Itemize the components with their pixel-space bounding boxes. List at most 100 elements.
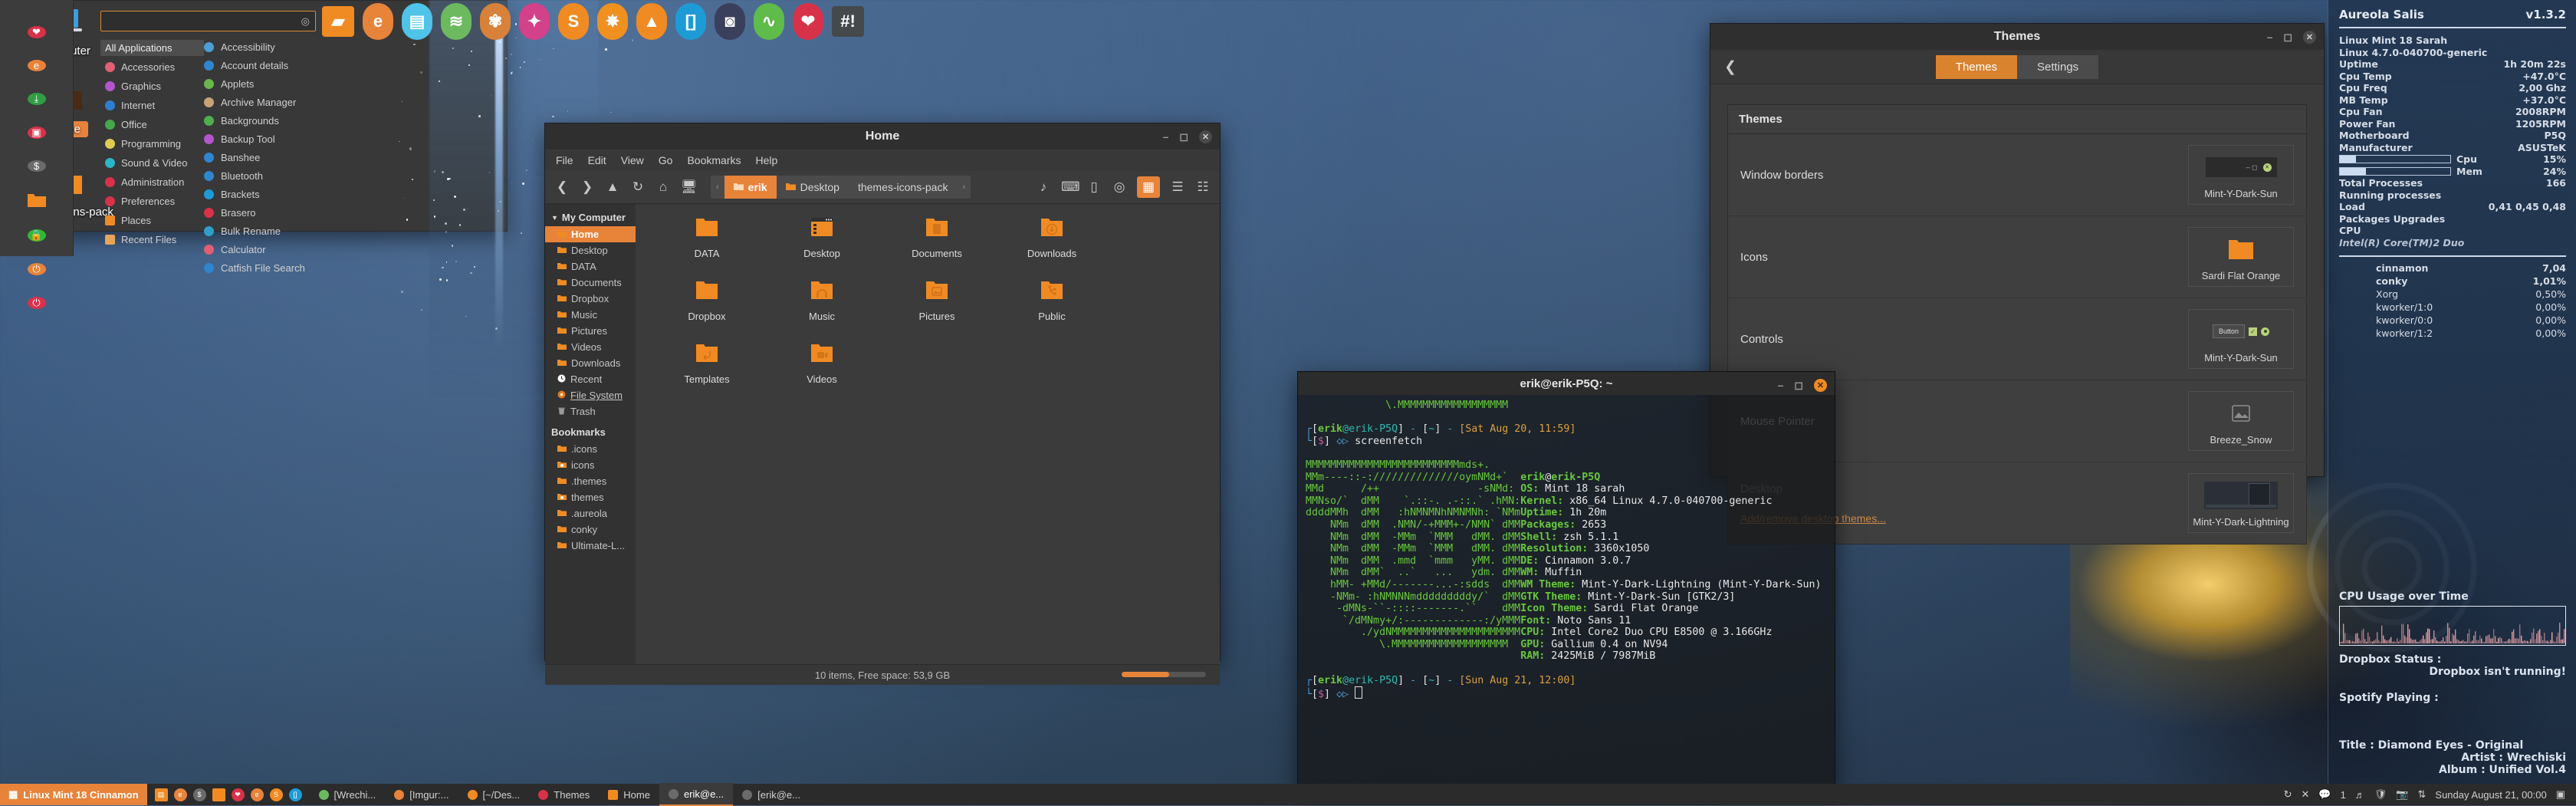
menu-app-banshee[interactable]: Banshee bbox=[204, 150, 380, 165]
menu-categories[interactable]: All Applications Accessories Graphics Inter… bbox=[100, 40, 204, 279]
conky-stat-key: Running processes bbox=[2339, 189, 2441, 202]
menu-app-brackets[interactable]: Brackets bbox=[204, 187, 380, 202]
task-home[interactable]: Home bbox=[599, 784, 659, 805]
menu-category-all-applications[interactable]: All Applications bbox=[100, 40, 204, 56]
menu-category-internet[interactable]: Internet bbox=[100, 97, 204, 113]
close-icon[interactable]: ✕ bbox=[2301, 788, 2309, 801]
menu-app-catfish-file-search[interactable]: Catfish File Search bbox=[204, 261, 380, 275]
process-value: 1,01% bbox=[2533, 275, 2566, 288]
menu-app-brasero[interactable]: Brasero bbox=[204, 206, 380, 220]
software-manager-icon[interactable]: ⤓ bbox=[28, 93, 46, 105]
app-icon bbox=[204, 208, 214, 218]
music-icon[interactable]: ♬ bbox=[2355, 789, 2365, 801]
clock[interactable]: Sunday August 21, 00:00 bbox=[2435, 789, 2546, 801]
conky-title: Aureola Salis bbox=[2339, 8, 2424, 21]
spotify-label: Spotify Playing : bbox=[2339, 692, 2566, 704]
firefox-icon[interactable]: e bbox=[28, 60, 46, 71]
conky-bar-label: Cpu bbox=[2456, 153, 2477, 166]
track-title: Title : Diamond Eyes - Original bbox=[2339, 739, 2566, 752]
sublime-icon[interactable]: S bbox=[270, 788, 283, 801]
firefox2-icon[interactable]: e bbox=[251, 788, 264, 801]
shutdown-icon[interactable]: ⏻ bbox=[28, 297, 46, 309]
workspace-icon[interactable]: ▣ bbox=[2556, 788, 2565, 801]
menu-app-backup-tool[interactable]: Backup Tool bbox=[204, 132, 380, 146]
menu-app-backgrounds[interactable]: Backgrounds bbox=[204, 113, 380, 128]
conky-process: cinnamon 7,04 bbox=[2339, 262, 2566, 275]
task-themes[interactable]: Themes bbox=[529, 784, 599, 805]
application-menu[interactable]: ❤ e ⤓ ▣ $ 🔒 ⏻ ⏻ ◎ All Applications Accessories Gr… bbox=[0, 0, 508, 232]
conky-stat: Packages Upgrades bbox=[2339, 213, 2566, 225]
network-icon[interactable]: ⇅ bbox=[2418, 788, 2426, 801]
task-wrechi[interactable]: [Wrechi... bbox=[310, 784, 386, 805]
menu-category-recent-files[interactable]: Recent Files bbox=[100, 232, 204, 248]
menu-category-programming[interactable]: Programming bbox=[100, 136, 204, 152]
conky-processes: cinnamon 7,04 conky 1,01% Xorg 0,50% kworker/1… bbox=[2339, 262, 2566, 340]
menu-category-sound-video[interactable]: Sound & Video bbox=[100, 155, 204, 171]
screenshot-icon[interactable]: 📷 bbox=[2396, 788, 2408, 801]
menu-app-applets[interactable]: Applets bbox=[204, 77, 380, 91]
conky-stat: Cpu Fan 2008RPM bbox=[2339, 106, 2566, 118]
folder-icon[interactable] bbox=[212, 788, 225, 801]
menu-app-bulk-rename[interactable]: Bulk Rename bbox=[204, 224, 380, 239]
menu-category-places[interactable]: Places bbox=[100, 212, 204, 229]
system-tray[interactable]: ↻ ✕ 💬 1 ♬ 🛡 📷 ⇅ Sunday August 21, 00:00 … bbox=[2284, 788, 2576, 801]
menu-category-administration[interactable]: Administration bbox=[100, 174, 204, 190]
conky-stat-value: ASUSTeK bbox=[2518, 142, 2566, 154]
task-des[interactable]: [~/Des... bbox=[458, 784, 530, 805]
task-list[interactable]: [Wrechi... [Imgur:... [~/Des... Themes Home e… bbox=[310, 783, 810, 806]
menu-category-office[interactable]: Office bbox=[100, 117, 204, 133]
quick-launch[interactable]: ▤ e $ ❤ e S[] bbox=[147, 788, 310, 801]
brackets-icon[interactable]: [] bbox=[289, 788, 302, 801]
reload-icon[interactable]: ↻ bbox=[2284, 788, 2292, 801]
files-icon[interactable] bbox=[28, 193, 46, 208]
conky-stat-key: Load bbox=[2339, 201, 2365, 213]
menu-app-account-details[interactable]: Account details bbox=[204, 58, 380, 73]
menu-applications[interactable]: Accessibility Account details Applets Archi… bbox=[204, 40, 380, 279]
conky-bar-label: Mem bbox=[2456, 166, 2482, 178]
logout-icon[interactable]: ⏻ bbox=[28, 263, 46, 275]
brasero-icon[interactable]: ❤ bbox=[232, 788, 245, 801]
menu-app-label: Backup Tool bbox=[221, 133, 275, 145]
menu-favorites[interactable]: ❤ e ⤓ ▣ $ 🔒 ⏻ ⏻ bbox=[0, 0, 74, 256]
lock-icon[interactable]: 🔒 bbox=[28, 229, 46, 242]
conky-stat-value: +47.0°C bbox=[2522, 71, 2566, 83]
task-erike[interactable]: [erik@e... bbox=[733, 784, 810, 805]
menu-app-bluetooth[interactable]: Bluetooth bbox=[204, 169, 380, 183]
task-label: [Imgur:... bbox=[409, 789, 449, 801]
category-icon bbox=[105, 235, 115, 245]
app-icon bbox=[204, 189, 214, 199]
menu-app-label: Calculator bbox=[221, 244, 266, 255]
menu-app-archive-manager[interactable]: Archive Manager bbox=[204, 95, 380, 110]
search-input[interactable]: ◎ bbox=[100, 11, 316, 31]
firefox-icon[interactable]: e bbox=[174, 788, 187, 801]
menu-category-graphics[interactable]: Graphics bbox=[100, 78, 204, 94]
terminal-icon[interactable]: $ bbox=[193, 788, 206, 801]
files-icon[interactable]: ▤ bbox=[155, 788, 168, 801]
task-imgur[interactable]: [Imgur:... bbox=[385, 784, 458, 805]
messages-icon[interactable]: 💬 bbox=[2318, 788, 2331, 801]
taskbar[interactable]: ▦ Linux Mint 18 Cinnamon ▤ e $ ❤ e S[] [Wrech… bbox=[0, 784, 2576, 805]
menu-button[interactable]: ▦ Linux Mint 18 Cinnamon bbox=[0, 784, 147, 805]
menu-app-label: Brasero bbox=[221, 207, 256, 219]
video-icon[interactable]: ▣ bbox=[28, 127, 46, 139]
menu-category-label: Administration bbox=[121, 176, 184, 188]
menu-app-label: Bulk Rename bbox=[221, 225, 281, 237]
menu-app-accessibility[interactable]: Accessibility bbox=[204, 40, 380, 54]
menu-category-label: Accessories bbox=[121, 61, 175, 73]
menu-category-preferences[interactable]: Preferences bbox=[100, 193, 204, 209]
mint-logo-icon: ▦ bbox=[8, 788, 18, 801]
process-name: kworker/0:0 bbox=[2376, 314, 2433, 327]
shield-icon[interactable]: 🛡 bbox=[2374, 788, 2387, 801]
terminal-icon bbox=[669, 789, 678, 799]
menu-app-calculator[interactable]: Calculator bbox=[204, 242, 380, 257]
category-icon bbox=[105, 196, 115, 206]
search-icon[interactable]: ◎ bbox=[301, 15, 310, 28]
task-erike[interactable]: erik@e... bbox=[659, 783, 733, 806]
process-name: Xorg bbox=[2376, 288, 2398, 301]
brasero-icon[interactable]: ❤ bbox=[28, 26, 46, 38]
divider bbox=[2339, 27, 2566, 28]
menu-category-accessories[interactable]: Accessories bbox=[100, 59, 204, 75]
track-album: Album : Unified Vol.4 bbox=[2339, 764, 2566, 776]
terminal-icon bbox=[742, 790, 752, 800]
terminal-icon[interactable]: $ bbox=[28, 160, 46, 172]
